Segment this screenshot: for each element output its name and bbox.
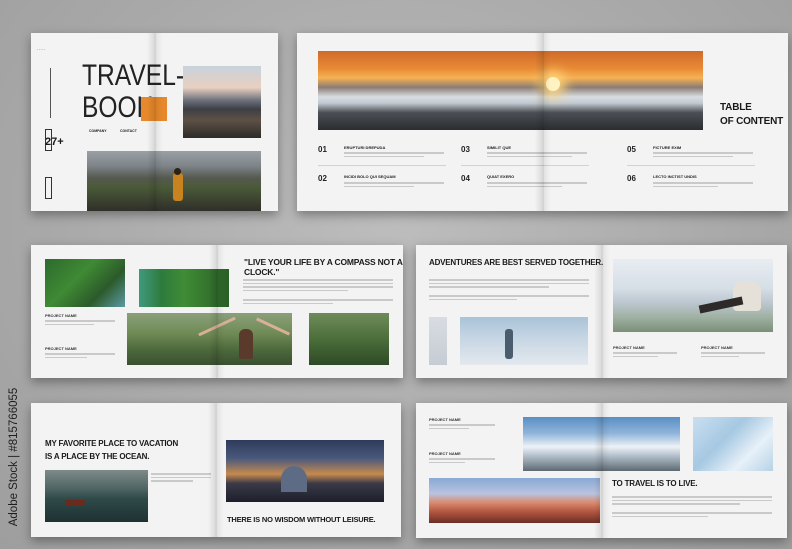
cover-spread: · · · · · TRAVEL- BOOK COMPANY CONTACT 2… [31,33,278,211]
cover-photo-traveler [87,151,261,211]
photo-city-night [226,440,384,502]
toc-item-title[interactable]: SIMILIT QUE [487,145,511,150]
live-project-label-2: PROJECT NAME [429,451,461,456]
cover-divider [50,68,51,118]
cover-company-label: COMPANY [89,129,107,133]
toc-item-num[interactable]: 06 [627,174,636,183]
cover-title-line1: TRAVEL- [82,59,185,92]
toc-item-num[interactable]: 04 [461,174,470,183]
ocean-caption: THERE IS NO WISDOM WITHOUT LEISURE. [227,515,376,524]
compass-project-label-2: PROJECT NAME [45,346,77,351]
stock-watermark-text: Adobe Stock | #815766055 [8,387,20,527]
compass-spread: "LIVE YOUR LIFE BY A COMPASS NOT A CLOCK… [31,245,403,378]
photo-snow-mountains [523,417,680,471]
photo-red-mountains [429,478,600,523]
toc-photo-sunrise [318,51,703,130]
compass-quote: "LIVE YOUR LIFE BY A COMPASS NOT A CLOCK… [244,257,403,277]
adventures-heading: ADVENTURES ARE BEST SERVED TOGETHER. [429,258,604,267]
adventures-project-label-1: PROJECT NAME [613,345,645,350]
ocean-spread: MY FAVORITE PLACE TO VACATION IS A PLACE… [31,403,401,537]
adventures-project-label-2: PROJECT NAME [701,345,733,350]
photo-woman-arms-open [127,313,292,365]
toc-heading-line1: TABLE [720,102,752,113]
adventures-spread: ADVENTURES ARE BEST SERVED TOGETHER. PRO… [416,245,787,378]
stock-watermark: Adobe Stock | #815766055 [7,372,21,542]
cover-meta: · · · · · [37,47,46,51]
photo-blank-strip [429,317,447,365]
cover-vertical-box-2 [45,177,52,199]
toc-item-num[interactable]: 01 [318,145,327,154]
cover-stat-value: 27+ [45,136,64,148]
mockup-background: · · · · · TRAVEL- BOOK COMPANY CONTACT 2… [0,0,792,549]
photo-river-forest [139,269,229,307]
compass-project-label-1: PROJECT NAME [45,313,77,318]
ocean-heading-line2: IS A PLACE BY THE OCEAN. [45,452,150,461]
live-project-label-1: PROJECT NAME [429,417,461,422]
ocean-heading-line1: MY FAVORITE PLACE TO VACATION [45,439,179,448]
toc-item-num[interactable]: 02 [318,174,327,183]
cover-contact-label: CONTACT [120,129,137,133]
toc-item-title[interactable]: FICTURE EXIM [653,145,681,150]
cover-accent-box [141,97,167,121]
photo-forest-aerial [45,259,125,307]
cover-photo-mountains [183,66,261,138]
toc-item-num[interactable]: 03 [461,145,470,154]
toc-item-title[interactable]: QUIAT EXERO [487,174,514,179]
toc-item-title[interactable]: ERUPTURI DREPUDA [344,145,385,150]
photo-forest-valley [309,313,389,365]
photo-photographer [460,317,588,365]
toc-spread: TABLE OF CONTENT 01 ERUPTURI DREPUDA 02 … [297,33,788,211]
photo-lake-boat [45,470,148,522]
toc-item-title[interactable]: INCIDI BOLO QUI SEQUAM [344,174,396,179]
photo-snow-texture [693,417,773,471]
toc-item-num[interactable]: 05 [627,145,636,154]
live-spread: PROJECT NAME PROJECT NAME TO TRAVEL IS T… [416,403,787,538]
photo-woman-city-view [613,259,773,332]
toc-heading-line2: OF CONTENT [720,116,783,127]
toc-item-title[interactable]: LECTO INCTIST UNDIS [653,174,697,179]
live-heading: TO TRAVEL IS TO LIVE. [612,479,698,488]
